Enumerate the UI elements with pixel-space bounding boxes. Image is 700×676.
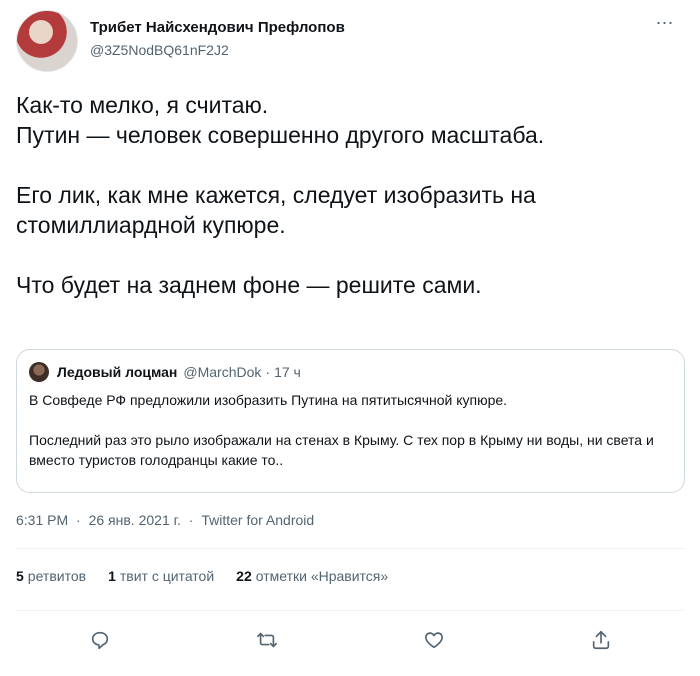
- like-icon: [424, 632, 443, 649]
- tweet-line: Путин — человек совершенно другого масшт…: [16, 122, 545, 148]
- more-horizontal-icon[interactable]: ⋯: [650, 12, 680, 34]
- tweet-stats: 5 ретвитов 1 твит с цитатой 22 отметки «Нра…: [16, 568, 410, 584]
- retweets-stat[interactable]: 5 ретвитов: [16, 568, 86, 584]
- author-display-name[interactable]: Трибет Найсхендович Префлопов: [90, 18, 345, 38]
- quotes-label: твит с цитатой: [119, 568, 215, 584]
- retweets-count: 5: [16, 568, 24, 584]
- quoted-tweet-text: В Совфеде РФ предложили изобразить Путин…: [29, 390, 672, 470]
- tweet-time[interactable]: 6:31 PM: [16, 512, 68, 528]
- quotes-stat[interactable]: 1 твит с цитатой: [108, 568, 214, 584]
- likes-label: отметки «Нравится»: [255, 568, 389, 584]
- tweet-meta: 6:31 PM · 26 янв. 2021 г. · Twitter for …: [16, 512, 318, 528]
- share-icon: [592, 630, 609, 650]
- quoted-separator: ·: [265, 364, 271, 380]
- tweet-card: Трибет Найсхендович Префлопов @3Z5NodBQ6…: [0, 0, 700, 676]
- tweet-source[interactable]: Twitter for Android: [201, 512, 314, 528]
- divider: [16, 548, 684, 549]
- like-button[interactable]: [414, 620, 454, 660]
- retweets-label: ретвитов: [27, 568, 87, 584]
- author-names: Трибет Найсхендович Префлопов @3Z5NodBQ6…: [90, 18, 345, 60]
- retweet-icon: [256, 632, 277, 648]
- quoted-author-name: Ледовый лоцман: [57, 364, 178, 380]
- meta-separator: ·: [188, 512, 194, 528]
- quoted-author-handle: @MarchDok: [183, 364, 262, 380]
- tweet-actions: [16, 620, 684, 660]
- author-avatar[interactable]: [16, 10, 78, 72]
- likes-stat[interactable]: 22 отметки «Нравится»: [236, 568, 388, 584]
- quotes-count: 1: [108, 568, 116, 584]
- quoted-author-avatar: [29, 362, 49, 382]
- divider: [16, 610, 684, 611]
- author-handle[interactable]: @3Z5NodBQ61nF2J2: [90, 40, 345, 60]
- tweet-line: Его лик, как мне кажется, следует изобра…: [16, 182, 536, 208]
- likes-count: 22: [236, 568, 252, 584]
- tweet-line: Что будет на заднем фоне — решите сами.: [16, 272, 482, 298]
- retweet-button[interactable]: [247, 620, 287, 660]
- quoted-tweet-header: Ледовый лоцман @MarchDok · 17 ч: [29, 360, 672, 384]
- reply-icon: [91, 631, 108, 650]
- tweet-header: Трибет Найсхендович Префлопов @3Z5NodBQ6…: [16, 10, 684, 72]
- meta-separator: ·: [76, 512, 81, 528]
- quoted-tweet[interactable]: Ледовый лоцман @MarchDok · 17 ч В Совфед…: [16, 349, 685, 493]
- tweet-line: Как-то мелко, я считаю.: [16, 92, 269, 118]
- quoted-paragraph: В Совфеде РФ предложили изобразить Путин…: [29, 392, 508, 408]
- quoted-time: 17 ч: [274, 364, 301, 380]
- tweet-date[interactable]: 26 янв. 2021 г.: [89, 512, 181, 528]
- tweet-text: Как-то мелко, я считаю. Путин — человек …: [16, 90, 676, 300]
- reply-button[interactable]: [80, 620, 120, 660]
- share-button[interactable]: [581, 620, 621, 660]
- quoted-paragraph: Последний раз это рыло изображали на сте…: [29, 432, 654, 468]
- tweet-line: стомиллиардной купюре.: [16, 212, 286, 238]
